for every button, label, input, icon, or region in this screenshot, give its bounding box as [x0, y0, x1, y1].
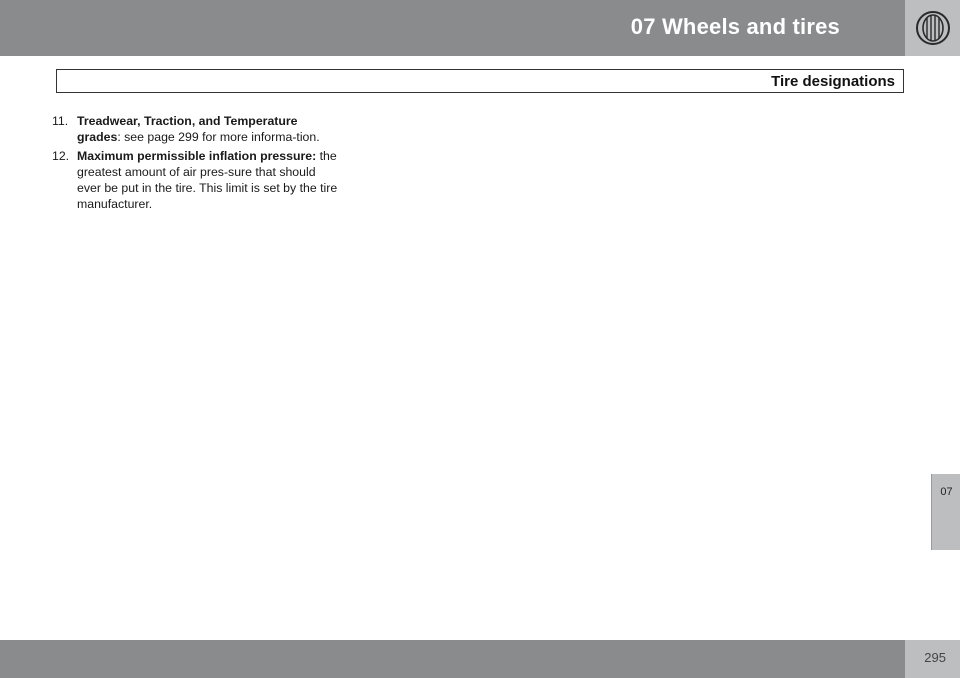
item-number: 12. [52, 149, 70, 163]
tire-designation-list: 11. Treadwear, Traction, and Temperature… [52, 113, 342, 215]
item-body: Maximum permissible inflation pressure: … [77, 148, 342, 212]
chapter-title: 07 Wheels and tires [630, 14, 840, 39]
item-body: Treadwear, Traction, and Temperature gra… [77, 113, 342, 145]
chapter-side-tab: 07 [931, 474, 960, 550]
list-item: 12. Maximum permissible inflation pressu… [52, 148, 342, 212]
tire-icon [916, 11, 950, 45]
section-title-frame: Tire designations [56, 69, 904, 93]
footer-bar [0, 640, 905, 678]
item-description: : see page 299 for more informa-tion. [117, 130, 320, 144]
item-number: 11. [52, 114, 69, 128]
item-term: Maximum permissible inflation pressure: [77, 149, 317, 163]
page-number: 295 [924, 650, 946, 665]
header-bar: 07 Wheels and tires [0, 0, 905, 56]
side-tab-label: 07 [940, 486, 953, 498]
page-number-box: 295 [905, 640, 960, 678]
chapter-icon-box [905, 0, 960, 56]
list-item: 11. Treadwear, Traction, and Temperature… [52, 113, 342, 145]
section-title: Tire designations [771, 73, 895, 90]
